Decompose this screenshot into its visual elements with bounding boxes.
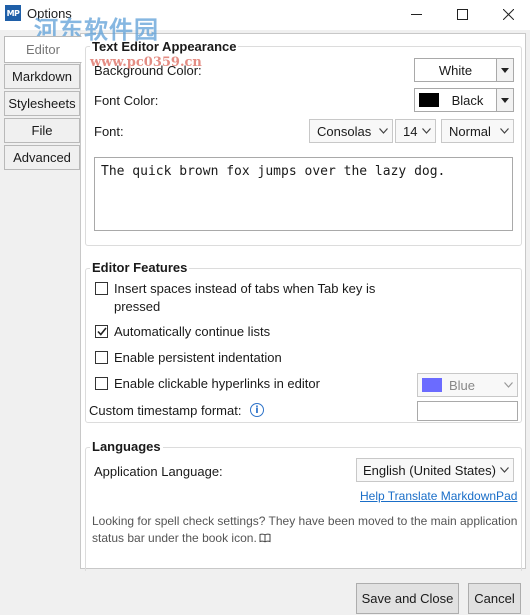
save-and-close-button[interactable]: Save and Close xyxy=(356,583,459,614)
checkmark-icon xyxy=(96,327,107,336)
tab-advanced[interactable]: Advanced xyxy=(4,145,80,170)
minimize-button[interactable] xyxy=(393,0,439,28)
chevron-down-icon xyxy=(500,382,517,388)
tab-label: Stylesheets xyxy=(8,96,76,111)
app-language-value: English (United States) xyxy=(363,462,496,478)
tab-label: File xyxy=(31,123,53,138)
tab-label: Advanced xyxy=(13,150,71,165)
checkbox[interactable] xyxy=(95,351,108,364)
checkbox[interactable] xyxy=(95,377,108,390)
dropdown-arrow-icon xyxy=(496,89,513,111)
font-preview-box: The quick brown fox jumps over the lazy … xyxy=(94,157,513,231)
font-color-swatch xyxy=(419,93,439,107)
checkbox-label: Enable clickable hyperlinks in editor xyxy=(114,376,320,391)
font-size-value: 14 xyxy=(403,123,418,139)
chevron-down-icon xyxy=(418,128,435,134)
font-label: Font: xyxy=(94,124,124,139)
font-color-label: Font Color: xyxy=(94,93,159,108)
hyperlink-color-swatch xyxy=(422,378,442,392)
book-icon xyxy=(259,533,271,543)
app-language-select[interactable]: English (United States) xyxy=(356,458,514,482)
app-icon: MP xyxy=(5,5,21,21)
info-icon[interactable]: i xyxy=(250,403,264,417)
editor-settings-panel: Text Editor Appearance Background Color:… xyxy=(80,33,526,571)
font-color-select[interactable]: Black xyxy=(414,88,514,112)
tab-markdown[interactable]: Markdown xyxy=(4,64,80,89)
tab-spaces-option[interactable]: Insert spaces instead of tabs when Tab k… xyxy=(95,280,395,316)
dropdown-arrow-icon xyxy=(496,59,513,81)
hyperlink-color-value: Blue xyxy=(449,377,476,393)
help-translate-link[interactable]: Help Translate MarkdownPad xyxy=(360,489,517,503)
cancel-button[interactable]: Cancel xyxy=(468,583,521,614)
languages-title: Languages xyxy=(90,439,163,454)
watermark-url: www.pc0359.cn xyxy=(90,55,202,70)
tab-editor[interactable]: Editor xyxy=(4,36,82,63)
font-weight-value: Normal xyxy=(449,123,491,139)
font-weight-select[interactable]: Normal xyxy=(441,119,514,143)
chevron-down-icon xyxy=(375,128,392,134)
hyperlink-color-select[interactable]: Blue xyxy=(417,373,518,397)
maximize-button[interactable] xyxy=(439,0,485,28)
persistent-indentation-option[interactable]: Enable persistent indentation xyxy=(95,349,282,367)
font-size-select[interactable]: 14 xyxy=(395,119,436,143)
tab-label: Editor xyxy=(26,42,60,57)
checkbox-label: Insert spaces instead of tabs when Tab k… xyxy=(114,281,376,314)
maximize-icon xyxy=(456,8,468,20)
app-language-label: Application Language: xyxy=(94,464,223,479)
tab-file[interactable]: File xyxy=(4,118,80,143)
checkbox[interactable] xyxy=(95,282,108,295)
chevron-down-icon xyxy=(496,467,513,473)
features-title: Editor Features xyxy=(90,260,190,275)
checkbox-label: Enable persistent indentation xyxy=(114,350,282,365)
checkbox-checked[interactable] xyxy=(95,325,108,338)
spellcheck-note-text: Looking for spell check settings? They h… xyxy=(92,514,518,545)
chevron-down-icon xyxy=(496,128,513,134)
background-color-value: White xyxy=(438,62,473,78)
font-color-value: Black xyxy=(451,92,484,108)
spellcheck-note: Looking for spell check settings? They h… xyxy=(92,513,522,547)
tab-stylesheets[interactable]: Stylesheets xyxy=(4,91,80,116)
minimize-icon xyxy=(410,13,422,15)
background-color-select[interactable]: White xyxy=(414,58,514,82)
clickable-hyperlinks-option[interactable]: Enable clickable hyperlinks in editor xyxy=(95,375,320,393)
font-family-select[interactable]: Consolas xyxy=(309,119,393,143)
continue-lists-option[interactable]: Automatically continue lists xyxy=(95,323,270,341)
checkbox-label: Automatically continue lists xyxy=(114,324,271,339)
close-icon xyxy=(502,8,514,20)
tab-label: Markdown xyxy=(12,69,72,84)
timestamp-format-label: Custom timestamp format: xyxy=(89,403,242,418)
close-button[interactable] xyxy=(485,0,530,28)
font-family-value: Consolas xyxy=(317,123,372,139)
timestamp-format-input[interactable] xyxy=(417,401,518,421)
